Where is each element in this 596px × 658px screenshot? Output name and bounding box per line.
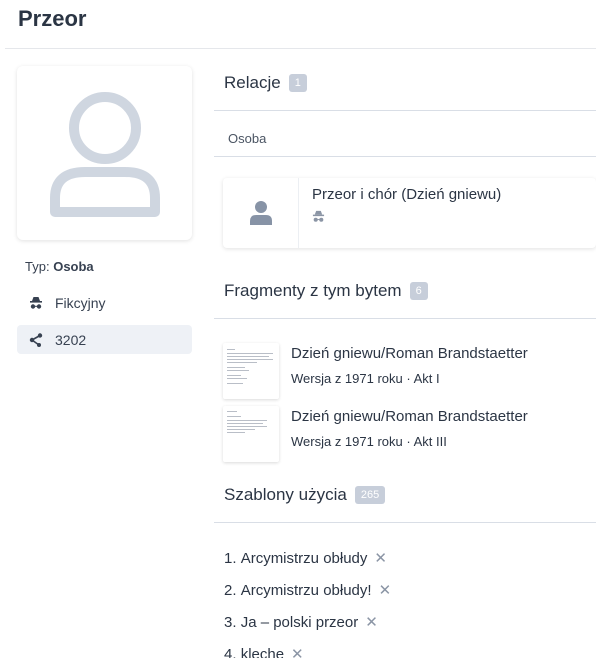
item-label[interactable]: Arcymistrzu obłudy	[241, 550, 368, 567]
list-item: 4. klechę ✕	[224, 638, 391, 658]
relations-column-label: Osoba	[228, 131, 267, 146]
share-nodes-icon	[29, 332, 43, 347]
fragment-title[interactable]: Dzień gniewu/Roman Brandstaetter	[291, 345, 528, 362]
remove-icon[interactable]: ✕	[374, 549, 387, 567]
fragment-item[interactable]: Dzień gniewu/Roman Brandstaetter Wersja …	[223, 343, 596, 399]
incognito-icon	[312, 210, 325, 228]
item-number: 1.	[224, 549, 237, 567]
item-label[interactable]: Arcymistrzu obłudy!	[241, 582, 372, 599]
remove-icon[interactable]: ✕	[365, 613, 378, 631]
templates-heading: Szablony użycia 265	[224, 485, 386, 505]
item-number: 4.	[224, 645, 237, 658]
sidebar-item-label: Fikcyjny	[55, 294, 106, 311]
page-title: Przeor	[18, 6, 87, 31]
divider	[214, 522, 596, 523]
title-divider	[5, 48, 596, 49]
fragment-page-thumbnail	[223, 343, 279, 399]
divider	[214, 318, 596, 319]
user-icon	[249, 201, 272, 225]
user-placeholder-icon	[49, 92, 160, 217]
divider	[214, 156, 596, 157]
fragments-count-badge: 6	[409, 282, 428, 300]
templates-title: Szablony użycia	[224, 485, 347, 504]
list-item: 3. Ja – polski przeor ✕	[224, 606, 391, 638]
fragments-title: Fragmenty z tym bytem	[224, 281, 402, 300]
item-number: 2.	[224, 581, 237, 599]
fragments-heading: Fragmenty z tym bytem 6	[224, 281, 428, 301]
entity-type: Typ: Osoba	[25, 259, 94, 274]
relations-title: Relacje	[224, 73, 281, 92]
fragment-title[interactable]: Dzień gniewu/Roman Brandstaetter	[291, 408, 528, 425]
type-prefix: Typ:	[25, 259, 50, 274]
remove-icon[interactable]: ✕	[379, 581, 392, 599]
remove-icon[interactable]: ✕	[291, 645, 304, 658]
type-value: Osoba	[53, 259, 94, 274]
relation-card[interactable]: Przeor i chór (Dzień gniewu)	[223, 178, 596, 248]
relation-name[interactable]: Przeor i chór (Dzień gniewu)	[312, 186, 501, 203]
divider	[214, 110, 596, 111]
fragment-item[interactable]: Dzień gniewu/Roman Brandstaetter Wersja …	[223, 406, 596, 462]
item-label[interactable]: Ja – polski przeor	[241, 614, 359, 631]
sidebar-item-fictional[interactable]: Fikcyjny	[17, 288, 192, 317]
relations-count-badge: 1	[288, 74, 307, 92]
item-number: 3.	[224, 613, 237, 631]
list-item: 2. Arcymistrzu obłudy! ✕	[224, 574, 391, 606]
item-label[interactable]: klechę	[241, 646, 284, 658]
sidebar-item-label: 3202	[55, 331, 87, 348]
avatar-card	[17, 66, 192, 240]
list-item: 1. Arcymistrzu obłudy ✕	[224, 542, 391, 574]
incognito-icon	[29, 296, 43, 310]
fragment-subtitle: Wersja z 1971 roku · Akt I	[291, 371, 440, 386]
fragment-page-thumbnail	[223, 406, 279, 462]
relation-thumb	[223, 178, 299, 248]
sidebar-item-connections[interactable]: 3202	[17, 325, 192, 354]
templates-list: 1. Arcymistrzu obłudy ✕ 2. Arcymistrzu o…	[224, 542, 391, 658]
relations-heading: Relacje 1	[224, 73, 307, 93]
templates-count-badge: 265	[354, 486, 386, 504]
fragment-subtitle: Wersja z 1971 roku · Akt III	[291, 434, 447, 449]
